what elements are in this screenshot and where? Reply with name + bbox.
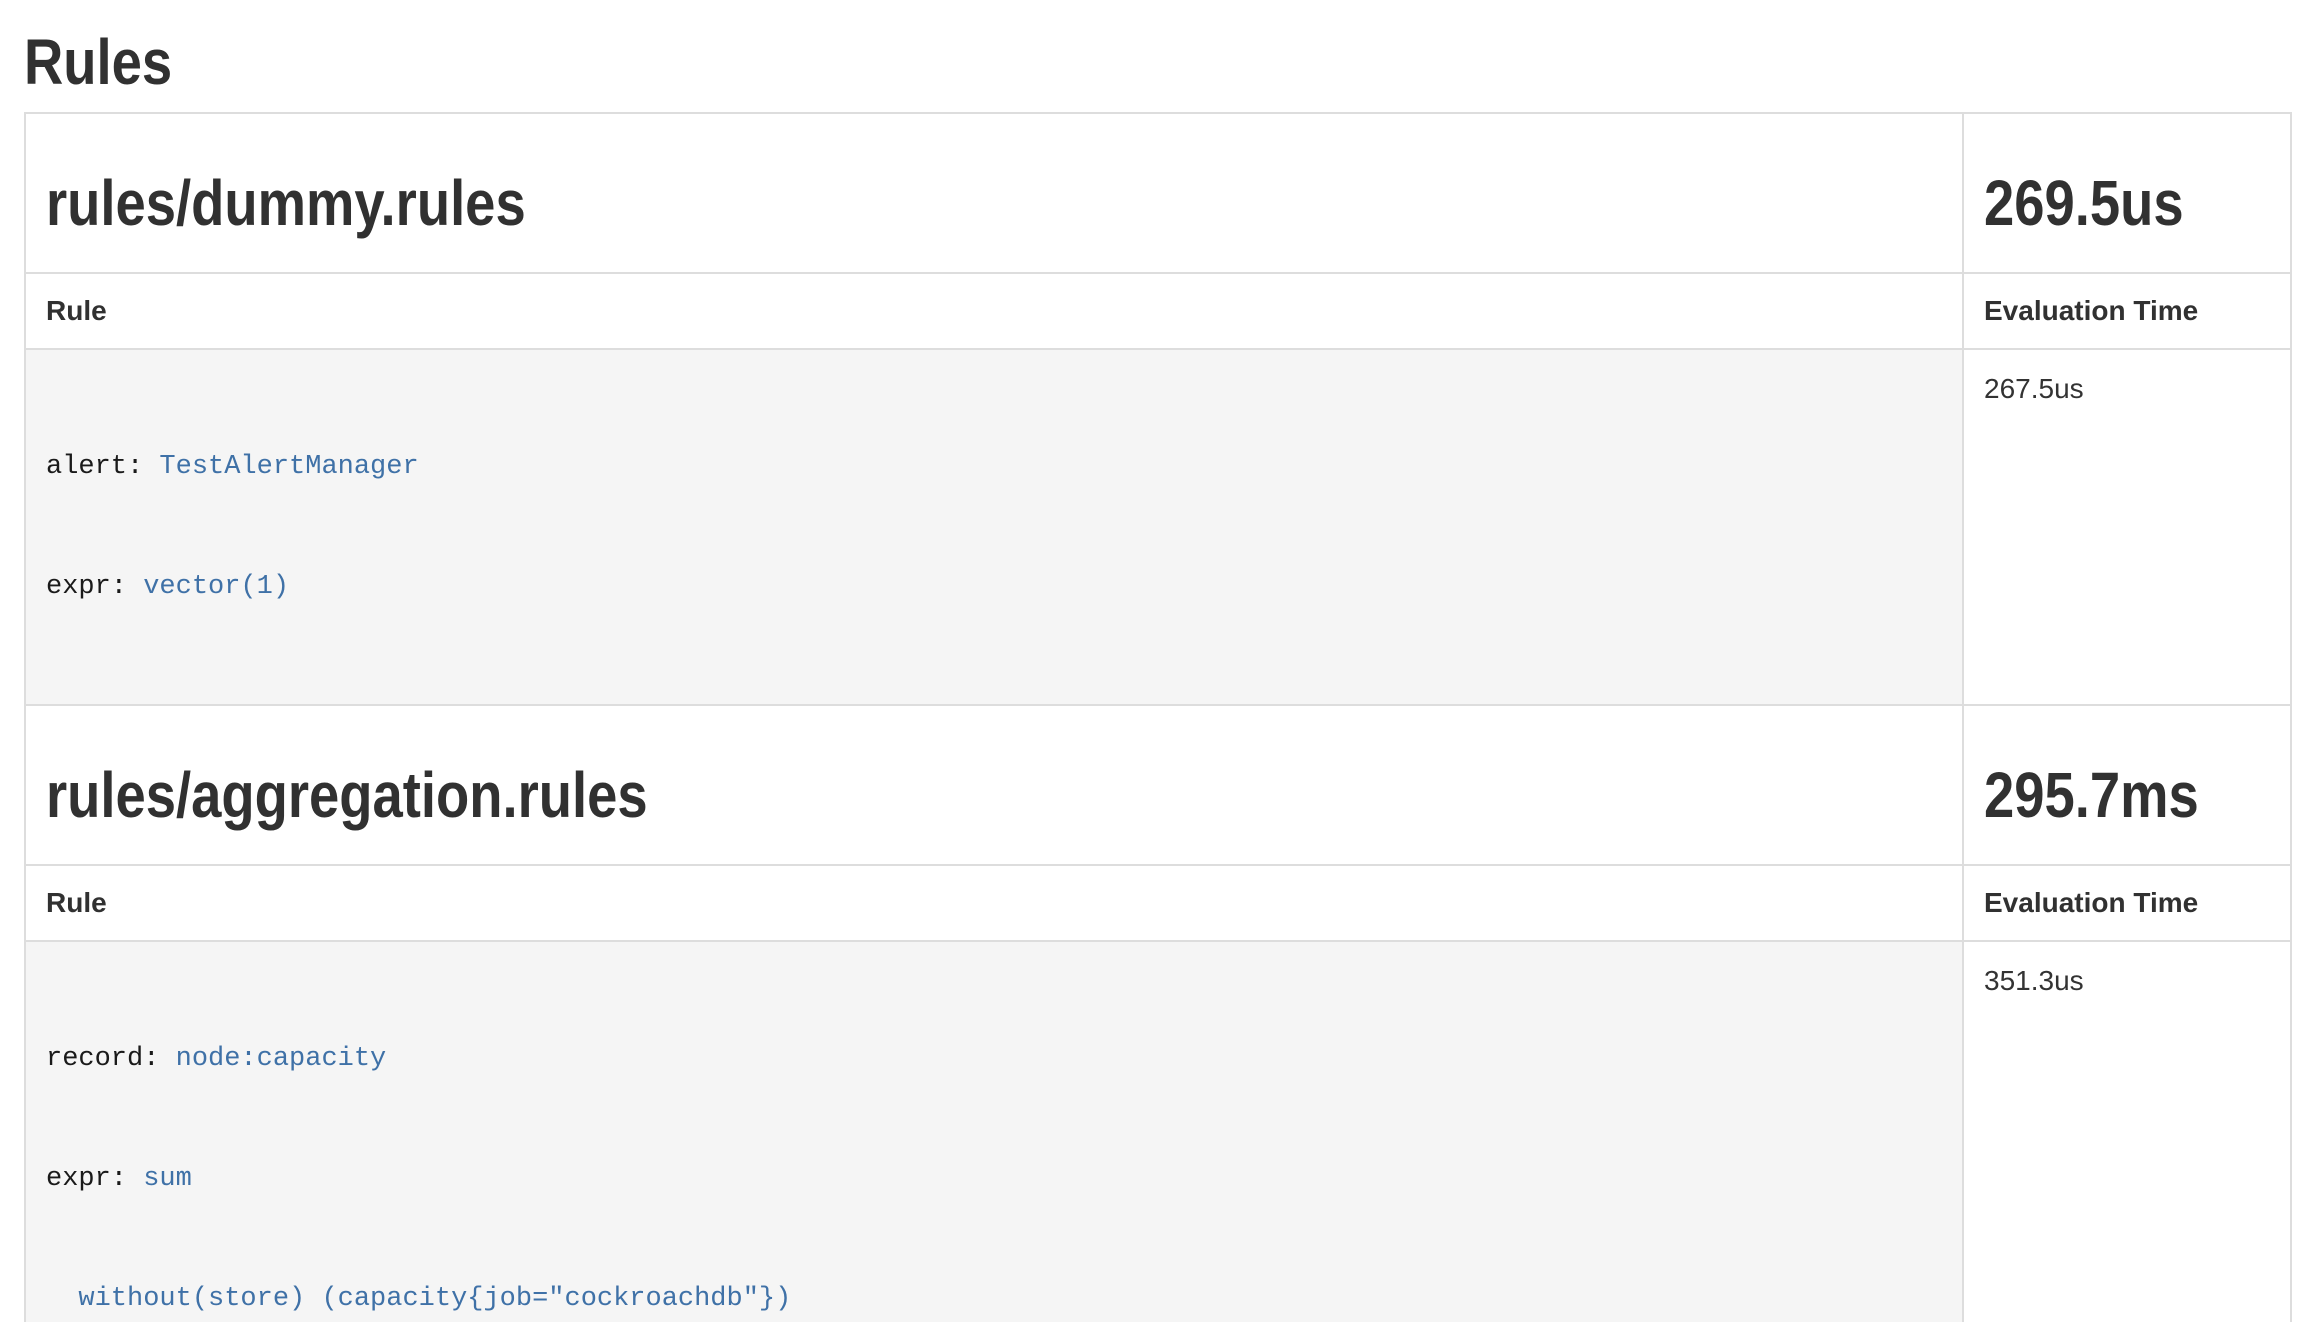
eval-time-cell: 267.5us xyxy=(1963,349,2291,705)
rule-keyword: expr: xyxy=(46,572,143,602)
rules-table: rules/dummy.rules 269.5us Rule Evaluatio… xyxy=(24,112,2292,1322)
rule-line: alert: TestAlertManager xyxy=(46,447,1942,487)
group-header-row: rules/aggregation.rules 295.7ms xyxy=(25,705,2291,865)
group-eval-time-cell: 295.7ms xyxy=(1963,705,2291,865)
rule-keyword: record: xyxy=(46,1044,176,1074)
group-file-name: rules/aggregation.rules xyxy=(46,763,648,827)
rule-row: record: node:capacity expr: sum without(… xyxy=(25,941,2291,1322)
eval-time-cell: 351.3us xyxy=(1963,941,2291,1322)
rule-line: without(store) (capacity{job="cockroachd… xyxy=(46,1279,1942,1319)
page-title: Rules xyxy=(24,30,2292,94)
time-column-header: Evaluation Time xyxy=(1963,273,2291,349)
rule-line: expr: vector(1) xyxy=(46,567,1942,607)
time-column-header: Evaluation Time xyxy=(1963,865,2291,941)
group-file-cell: rules/aggregation.rules xyxy=(25,705,1963,865)
group-header-row: rules/dummy.rules 269.5us xyxy=(25,113,2291,273)
group-file-name: rules/dummy.rules xyxy=(46,171,526,235)
page-title-text: Rules xyxy=(24,30,172,94)
rule-row: alert: TestAlertManager expr: vector(1) … xyxy=(25,349,2291,705)
rule-column-header: Rule xyxy=(25,865,1963,941)
rule-column-header: Rule xyxy=(25,273,1963,349)
rule-expr-link[interactable]: without(store) (capacity{job="cockroachd… xyxy=(46,1284,791,1314)
rule-keyword: expr: xyxy=(46,1164,143,1194)
rule-expr-link[interactable]: sum xyxy=(143,1164,192,1194)
rule-cell: alert: TestAlertManager expr: vector(1) xyxy=(25,349,1963,705)
column-header-row: Rule Evaluation Time xyxy=(25,865,2291,941)
rule-line: expr: sum xyxy=(46,1159,1942,1199)
group-file-cell: rules/dummy.rules xyxy=(25,113,1963,273)
group-eval-time-cell: 269.5us xyxy=(1963,113,2291,273)
group-eval-time: 295.7ms xyxy=(1984,763,2199,827)
rules-page: Rules rules/dummy.rules 269.5us Rule Eva… xyxy=(0,0,2316,1322)
rule-name-link[interactable]: node:capacity xyxy=(176,1044,387,1074)
rule-keyword: alert: xyxy=(46,452,159,482)
rule-line: record: node:capacity xyxy=(46,1039,1942,1079)
rule-cell: record: node:capacity expr: sum without(… xyxy=(25,941,1963,1322)
rule-name-link[interactable]: TestAlertManager xyxy=(159,452,418,482)
rule-expr-link[interactable]: vector(1) xyxy=(143,572,289,602)
column-header-row: Rule Evaluation Time xyxy=(25,273,2291,349)
group-eval-time: 269.5us xyxy=(1984,171,2184,235)
